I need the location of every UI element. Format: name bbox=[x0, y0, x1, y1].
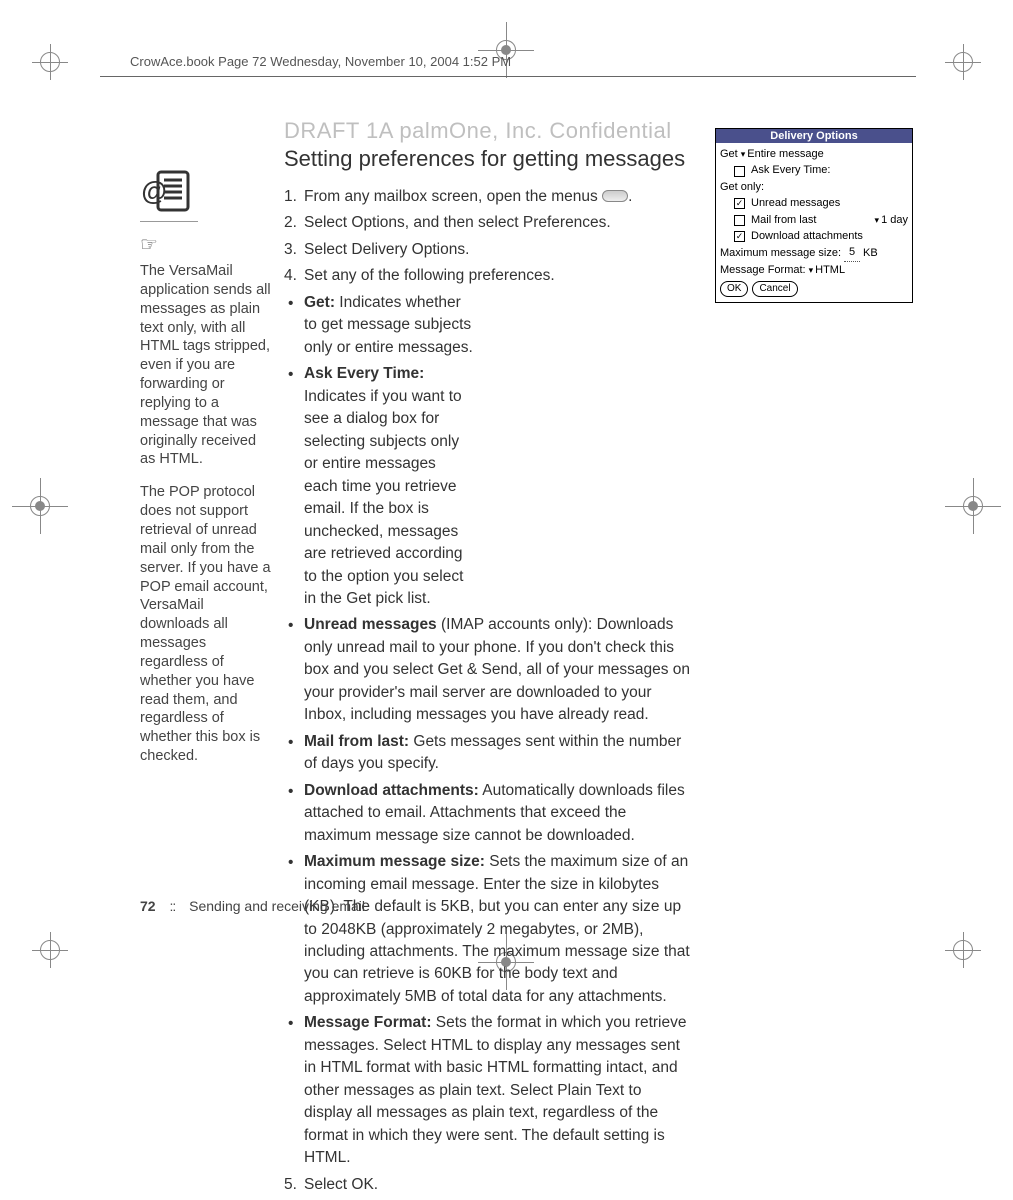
palm-cancel-button[interactable]: Cancel bbox=[752, 281, 797, 297]
page-footer: 72 :: Sending and receiving email bbox=[140, 898, 365, 914]
step-5: Select OK. bbox=[304, 1174, 378, 1196]
center-mark-left bbox=[22, 488, 58, 524]
crop-mark-tr bbox=[945, 44, 981, 80]
bullet-get-label: Get: bbox=[304, 294, 335, 311]
palm-mfl-dropdown[interactable]: 1 day bbox=[875, 213, 908, 228]
palm-getonly-label: Get only: bbox=[720, 180, 764, 195]
palm-mfl-checkbox[interactable] bbox=[734, 215, 745, 226]
palm-screenshot: Delivery Options Get Entire message Ask … bbox=[715, 128, 913, 303]
footer-separator: :: bbox=[169, 898, 175, 914]
palm-get-dropdown[interactable]: Entire message bbox=[741, 147, 824, 162]
bullet-maxsize-label: Maximum message size: bbox=[304, 853, 485, 870]
crop-mark-br bbox=[945, 932, 981, 968]
bullet-ask-text: Indicates if you want to see a dialog bo… bbox=[304, 388, 463, 607]
bullet-unread-label: Unread messages bbox=[304, 616, 437, 633]
palm-maxsize-unit: KB bbox=[863, 246, 878, 261]
palm-get-label: Get bbox=[720, 147, 738, 162]
palm-ok-button[interactable]: OK bbox=[720, 281, 748, 297]
watermark: DRAFT 1A palmOne, Inc. Confidential bbox=[284, 118, 672, 144]
crop-mark-tl bbox=[32, 44, 68, 80]
chapter-title: Sending and receiving email bbox=[189, 898, 365, 914]
palm-download-checkbox[interactable] bbox=[734, 231, 745, 242]
palm-maxsize-input[interactable]: 5 bbox=[844, 245, 860, 261]
palm-maxsize-label: Maximum message size: bbox=[720, 246, 841, 261]
palm-unread-checkbox[interactable] bbox=[734, 198, 745, 209]
palm-download-label: Download attachments bbox=[751, 229, 863, 244]
step-1-post: . bbox=[628, 188, 632, 205]
palm-format-dropdown[interactable]: HTML bbox=[809, 263, 845, 278]
step-3: Select Delivery Options. bbox=[304, 239, 469, 261]
bullet-maxsize-text: Sets the maximum size of an incoming ema… bbox=[304, 853, 690, 1005]
bullet-mfl-label: Mail from last: bbox=[304, 733, 409, 750]
main-content: Setting preferences for getting messages… bbox=[284, 146, 913, 1200]
header-rule bbox=[100, 76, 916, 77]
running-head: CrowAce.book Page 72 Wednesday, November… bbox=[130, 54, 511, 69]
center-mark-right bbox=[955, 488, 991, 524]
palm-mfl-label: Mail from last bbox=[751, 213, 816, 228]
svg-text:@: @ bbox=[141, 176, 166, 206]
bullet-format-label: Message Format: bbox=[304, 1014, 431, 1031]
bullet-unread-suffix: (IMAP accounts only): bbox=[437, 616, 593, 633]
crop-mark-bl bbox=[32, 932, 68, 968]
bullet-format-text: Sets the format in which you retrieve me… bbox=[304, 1014, 687, 1166]
page-number: 72 bbox=[140, 898, 156, 914]
bullet-ask-label: Ask Every Time: bbox=[304, 365, 424, 382]
sidebar-note-1: The VersaMail application sends all mess… bbox=[140, 262, 274, 469]
palm-ask-checkbox[interactable] bbox=[734, 166, 745, 177]
sidebar-note-2: The POP protocol does not support retrie… bbox=[140, 483, 274, 766]
bullet-download-label: Download attachments: bbox=[304, 782, 479, 799]
versamail-app-icon: @ bbox=[140, 168, 198, 222]
sidebar: @ ☞ The VersaMail application sends all … bbox=[140, 168, 274, 780]
step-4: Set any of the following preferences. bbox=[304, 265, 555, 287]
menu-icon bbox=[602, 190, 628, 202]
step-list: 1.From any mailbox screen, open the menu… bbox=[284, 186, 913, 1196]
palm-titlebar: Delivery Options bbox=[716, 129, 912, 143]
palm-format-label: Message Format: bbox=[720, 263, 806, 278]
palm-unread-label: Unread messages bbox=[751, 196, 840, 211]
pointing-hand-icon: ☞ bbox=[140, 232, 274, 258]
step-2: Select Options, and then select Preferen… bbox=[304, 212, 611, 234]
palm-ask-label: Ask Every Time: bbox=[751, 163, 830, 178]
step-1-pre: From any mailbox screen, open the menus bbox=[304, 188, 602, 205]
